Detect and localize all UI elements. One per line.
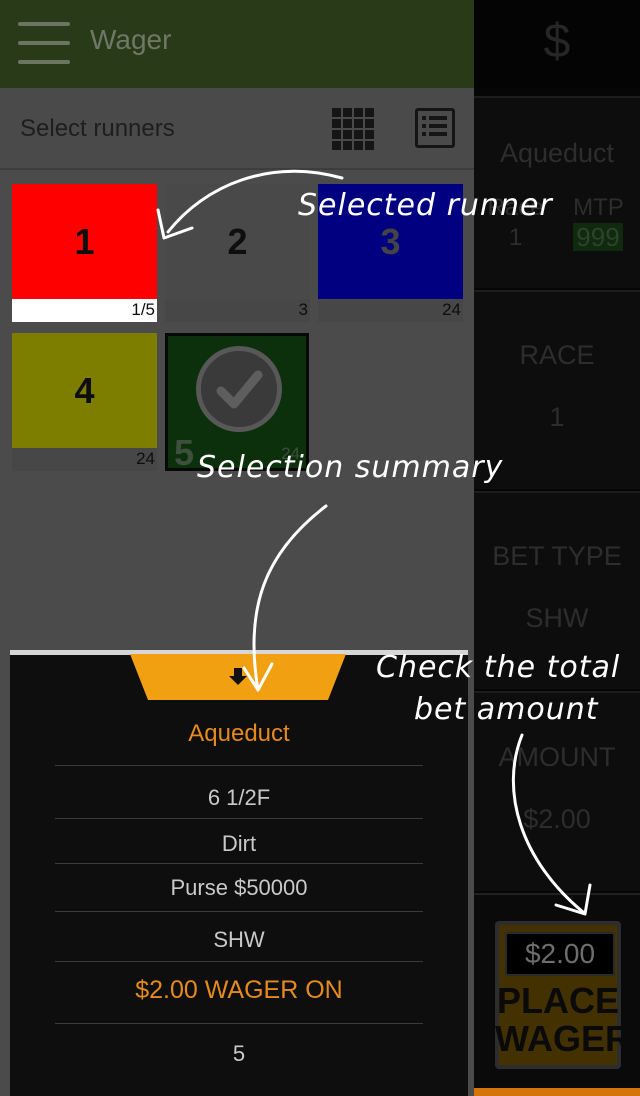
wager-screen: { "header": {"title": "Wager"}, "subhead…: [0, 0, 640, 1096]
arrow-to-place-wager: [511, 733, 585, 914]
tutorial-arrows: [156, 169, 592, 916]
annotation-selected-runner: Selected runner: [298, 188, 553, 223]
arrow-to-summary: [252, 504, 328, 692]
annotation-check-total: Check the total: [376, 650, 621, 685]
annotation-selection-summary: Selection summary: [197, 450, 504, 485]
annotation-bet-amount: bet amount: [414, 692, 599, 727]
